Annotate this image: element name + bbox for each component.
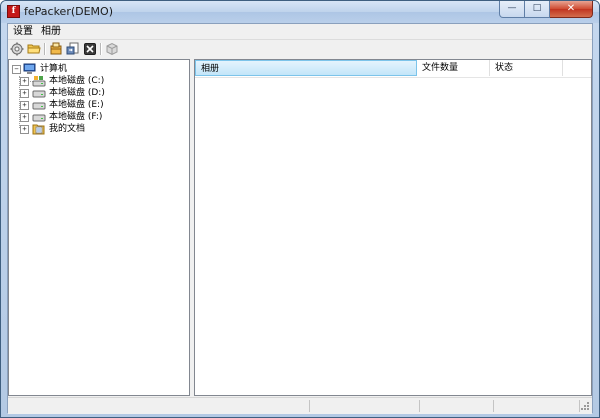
documents-folder-icon — [32, 123, 46, 135]
column-header-status[interactable]: 状态 — [490, 60, 563, 76]
tree-expander[interactable]: + — [20, 113, 29, 122]
menu-album[interactable]: 相册 — [38, 25, 64, 38]
minimize-button[interactable]: — — [499, 1, 525, 18]
list-header: 相册 文件数量 状态 — [195, 60, 591, 78]
tree-node-label[interactable]: 本地磁盘 (F:) — [49, 111, 102, 123]
tree-expander[interactable]: + — [20, 125, 29, 134]
folder-tree[interactable]: − 计算机 + 本地磁盘 (C:) + 本地磁盘 (D:) + 本地磁盘 (E:… — [8, 59, 190, 396]
drive-icon — [32, 99, 46, 111]
settings-gear-icon[interactable] — [10, 42, 24, 56]
toolbar — [8, 40, 592, 58]
status-cell — [8, 400, 310, 412]
close-button[interactable]: ✕ — [550, 1, 593, 18]
status-cell — [494, 400, 580, 412]
app-window: f fePacker(DEMO) — □ ✕ 设置 相册 − 计算机 + 本地磁… — [0, 0, 600, 418]
export-icon[interactable] — [66, 42, 80, 56]
tree-expander[interactable]: + — [20, 89, 29, 98]
package-icon[interactable] — [49, 42, 63, 56]
tree-node-label[interactable]: 计算机 — [40, 63, 67, 75]
status-bar — [8, 397, 592, 414]
system-drive-icon — [32, 75, 46, 87]
open-folder-icon[interactable] — [27, 42, 41, 56]
drive-icon — [32, 111, 46, 123]
tree-expander[interactable]: − — [12, 65, 21, 74]
menu-bar: 设置 相册 — [8, 24, 592, 40]
box-icon[interactable] — [105, 42, 119, 56]
column-header-album[interactable]: 相册 — [195, 60, 417, 76]
toolbar-separator — [44, 43, 46, 55]
window-title: fePacker(DEMO) — [24, 5, 113, 18]
column-header-file-count[interactable]: 文件数量 — [417, 60, 490, 76]
tree-expander[interactable]: + — [20, 101, 29, 110]
tree-expander[interactable]: + — [20, 77, 29, 86]
toolbar-separator — [100, 43, 102, 55]
column-header-filler — [563, 60, 591, 76]
album-list[interactable]: 相册 文件数量 状态 — [194, 59, 592, 396]
title-bar[interactable]: f fePacker(DEMO) — □ ✕ — [1, 1, 599, 23]
status-cell — [310, 400, 420, 412]
tree-node-label[interactable]: 本地磁盘 (D:) — [49, 87, 105, 99]
menu-settings[interactable]: 设置 — [10, 25, 36, 38]
window-controls: — □ ✕ — [499, 1, 593, 19]
drive-icon — [32, 87, 46, 99]
status-cell — [420, 400, 494, 412]
tree-node-label[interactable]: 本地磁盘 (C:) — [49, 75, 104, 87]
tree-node-label[interactable]: 本地磁盘 (E:) — [49, 99, 104, 111]
tree-node-label[interactable]: 我的文档 — [49, 123, 85, 135]
maximize-button[interactable]: □ — [525, 1, 550, 18]
app-icon[interactable]: f — [7, 5, 20, 18]
delete-icon[interactable] — [83, 42, 97, 56]
client-area: 设置 相册 − 计算机 + 本地磁盘 (C:) + 本地磁盘 (D:) + 本地… — [7, 23, 593, 414]
resize-grip-icon[interactable] — [580, 401, 590, 411]
computer-icon — [23, 63, 37, 75]
